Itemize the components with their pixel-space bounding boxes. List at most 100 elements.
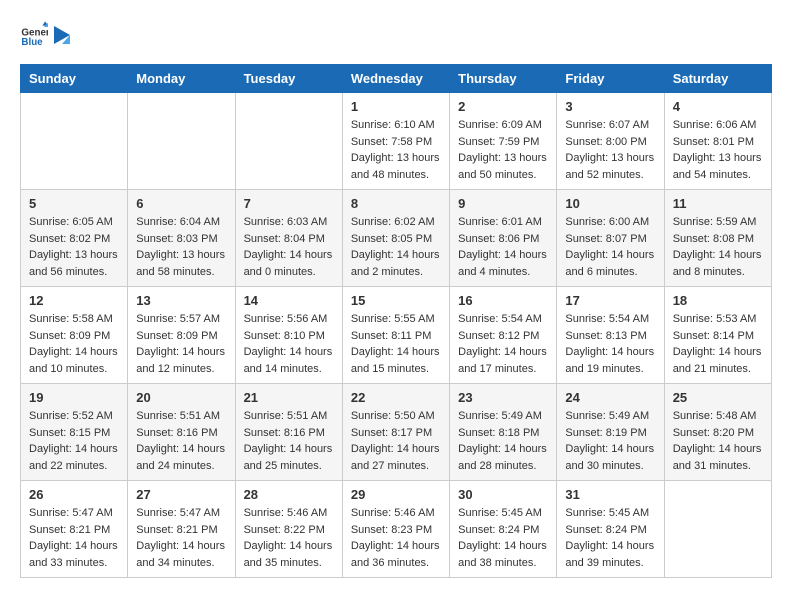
day-info: Sunrise: 6:01 AM Sunset: 8:06 PM Dayligh…	[458, 214, 548, 280]
day-number: 8	[351, 196, 441, 211]
day-number: 10	[565, 196, 655, 211]
calendar-day-cell: 17 Sunrise: 5:54 AM Sunset: 8:13 PM Dayli…	[557, 287, 664, 384]
day-number: 28	[244, 487, 334, 502]
day-number: 29	[351, 487, 441, 502]
calendar-day-cell: 23 Sunrise: 5:49 AM Sunset: 8:18 PM Dayli…	[450, 384, 557, 481]
calendar-day-cell: 27 Sunrise: 5:47 AM Sunset: 8:21 PM Dayli…	[128, 481, 235, 578]
calendar-day-header: Thursday	[450, 65, 557, 93]
calendar-day-cell: 30 Sunrise: 5:45 AM Sunset: 8:24 PM Dayli…	[450, 481, 557, 578]
calendar-day-cell: 19 Sunrise: 5:52 AM Sunset: 8:15 PM Dayli…	[21, 384, 128, 481]
day-info: Sunrise: 5:49 AM Sunset: 8:18 PM Dayligh…	[458, 408, 548, 474]
day-info: Sunrise: 5:58 AM Sunset: 8:09 PM Dayligh…	[29, 311, 119, 377]
day-number: 19	[29, 390, 119, 405]
day-info: Sunrise: 6:06 AM Sunset: 8:01 PM Dayligh…	[673, 117, 763, 183]
day-info: Sunrise: 5:45 AM Sunset: 8:24 PM Dayligh…	[458, 505, 548, 571]
day-info: Sunrise: 5:52 AM Sunset: 8:15 PM Dayligh…	[29, 408, 119, 474]
calendar-day-cell: 26 Sunrise: 5:47 AM Sunset: 8:21 PM Dayli…	[21, 481, 128, 578]
calendar-day-cell: 11 Sunrise: 5:59 AM Sunset: 8:08 PM Dayli…	[664, 190, 771, 287]
day-number: 23	[458, 390, 548, 405]
calendar-day-header: Monday	[128, 65, 235, 93]
day-number: 1	[351, 99, 441, 114]
day-number: 25	[673, 390, 763, 405]
day-info: Sunrise: 5:53 AM Sunset: 8:14 PM Dayligh…	[673, 311, 763, 377]
day-number: 14	[244, 293, 334, 308]
logo: General Blue	[20, 20, 72, 48]
day-info: Sunrise: 5:45 AM Sunset: 8:24 PM Dayligh…	[565, 505, 655, 571]
calendar-day-cell	[664, 481, 771, 578]
calendar-day-cell: 6 Sunrise: 6:04 AM Sunset: 8:03 PM Daylig…	[128, 190, 235, 287]
day-number: 3	[565, 99, 655, 114]
calendar-week-row: 5 Sunrise: 6:05 AM Sunset: 8:02 PM Daylig…	[21, 190, 772, 287]
calendar-day-cell	[21, 93, 128, 190]
calendar-day-cell: 25 Sunrise: 5:48 AM Sunset: 8:20 PM Dayli…	[664, 384, 771, 481]
calendar-week-row: 26 Sunrise: 5:47 AM Sunset: 8:21 PM Dayli…	[21, 481, 772, 578]
day-info: Sunrise: 5:51 AM Sunset: 8:16 PM Dayligh…	[136, 408, 226, 474]
calendar-day-cell: 24 Sunrise: 5:49 AM Sunset: 8:19 PM Dayli…	[557, 384, 664, 481]
calendar-day-cell: 29Sunrise: 5:46 AM Sunset: 8:23 PM Dayli…	[342, 481, 449, 578]
calendar-day-header: Saturday	[664, 65, 771, 93]
calendar-day-cell: 18 Sunrise: 5:53 AM Sunset: 8:14 PM Dayli…	[664, 287, 771, 384]
day-info: Sunrise: 5:54 AM Sunset: 8:12 PM Dayligh…	[458, 311, 548, 377]
day-info: Sunrise: 6:04 AM Sunset: 8:03 PM Dayligh…	[136, 214, 226, 280]
calendar-day-cell: 5 Sunrise: 6:05 AM Sunset: 8:02 PM Daylig…	[21, 190, 128, 287]
calendar-day-cell: 28Sunrise: 5:46 AM Sunset: 8:22 PM Dayli…	[235, 481, 342, 578]
calendar-day-cell: 3 Sunrise: 6:07 AM Sunset: 8:00 PM Daylig…	[557, 93, 664, 190]
day-info: Sunrise: 5:59 AM Sunset: 8:08 PM Dayligh…	[673, 214, 763, 280]
day-info: Sunrise: 5:54 AM Sunset: 8:13 PM Dayligh…	[565, 311, 655, 377]
calendar-header-row: SundayMondayTuesdayWednesdayThursdayFrid…	[21, 65, 772, 93]
day-number: 20	[136, 390, 226, 405]
calendar-week-row: 19 Sunrise: 5:52 AM Sunset: 8:15 PM Dayli…	[21, 384, 772, 481]
day-number: 9	[458, 196, 548, 211]
day-number: 2	[458, 99, 548, 114]
svg-text:Blue: Blue	[21, 37, 43, 48]
day-number: 4	[673, 99, 763, 114]
day-info: Sunrise: 5:47 AM Sunset: 8:21 PM Dayligh…	[136, 505, 226, 571]
day-number: 30	[458, 487, 548, 502]
calendar-table: SundayMondayTuesdayWednesdayThursdayFrid…	[20, 64, 772, 578]
day-info: Sunrise: 5:47 AM Sunset: 8:21 PM Dayligh…	[29, 505, 119, 571]
calendar-day-cell: 1 Sunrise: 6:10 AM Sunset: 7:58 PM Daylig…	[342, 93, 449, 190]
calendar-week-row: 1 Sunrise: 6:10 AM Sunset: 7:58 PM Daylig…	[21, 93, 772, 190]
day-number: 24	[565, 390, 655, 405]
day-number: 18	[673, 293, 763, 308]
calendar-day-cell: 9 Sunrise: 6:01 AM Sunset: 8:06 PM Daylig…	[450, 190, 557, 287]
day-number: 15	[351, 293, 441, 308]
day-number: 5	[29, 196, 119, 211]
calendar-day-cell: 12 Sunrise: 5:58 AM Sunset: 8:09 PM Dayli…	[21, 287, 128, 384]
calendar-day-cell: 2Sunrise: 6:09 AM Sunset: 7:59 PM Daylig…	[450, 93, 557, 190]
day-info: Sunrise: 5:49 AM Sunset: 8:19 PM Dayligh…	[565, 408, 655, 474]
calendar-day-cell	[128, 93, 235, 190]
calendar-day-cell: 13Sunrise: 5:57 AM Sunset: 8:09 PM Dayli…	[128, 287, 235, 384]
calendar-day-cell: 8 Sunrise: 6:02 AM Sunset: 8:05 PM Daylig…	[342, 190, 449, 287]
day-info: Sunrise: 5:55 AM Sunset: 8:11 PM Dayligh…	[351, 311, 441, 377]
day-number: 12	[29, 293, 119, 308]
day-number: 26	[29, 487, 119, 502]
calendar-day-cell: 20 Sunrise: 5:51 AM Sunset: 8:16 PM Dayli…	[128, 384, 235, 481]
day-info: Sunrise: 6:07 AM Sunset: 8:00 PM Dayligh…	[565, 117, 655, 183]
day-number: 22	[351, 390, 441, 405]
day-info: Sunrise: 5:48 AM Sunset: 8:20 PM Dayligh…	[673, 408, 763, 474]
day-number: 27	[136, 487, 226, 502]
day-number: 7	[244, 196, 334, 211]
day-number: 6	[136, 196, 226, 211]
calendar-day-header: Sunday	[21, 65, 128, 93]
calendar-day-cell: 16Sunrise: 5:54 AM Sunset: 8:12 PM Dayli…	[450, 287, 557, 384]
day-info: Sunrise: 6:10 AM Sunset: 7:58 PM Dayligh…	[351, 117, 441, 183]
day-info: Sunrise: 5:57 AM Sunset: 8:09 PM Dayligh…	[136, 311, 226, 377]
calendar-day-header: Tuesday	[235, 65, 342, 93]
page-header: General Blue	[20, 20, 772, 48]
day-info: Sunrise: 6:05 AM Sunset: 8:02 PM Dayligh…	[29, 214, 119, 280]
calendar-body: 1 Sunrise: 6:10 AM Sunset: 7:58 PM Daylig…	[21, 93, 772, 578]
day-info: Sunrise: 6:00 AM Sunset: 8:07 PM Dayligh…	[565, 214, 655, 280]
day-number: 11	[673, 196, 763, 211]
calendar-day-cell: 10 Sunrise: 6:00 AM Sunset: 8:07 PM Dayli…	[557, 190, 664, 287]
calendar-week-row: 12 Sunrise: 5:58 AM Sunset: 8:09 PM Dayli…	[21, 287, 772, 384]
calendar-day-header: Wednesday	[342, 65, 449, 93]
day-info: Sunrise: 6:02 AM Sunset: 8:05 PM Dayligh…	[351, 214, 441, 280]
calendar-day-cell: 14Sunrise: 5:56 AM Sunset: 8:10 PM Dayli…	[235, 287, 342, 384]
calendar-day-cell: 4 Sunrise: 6:06 AM Sunset: 8:01 PM Daylig…	[664, 93, 771, 190]
day-info: Sunrise: 5:50 AM Sunset: 8:17 PM Dayligh…	[351, 408, 441, 474]
day-number: 17	[565, 293, 655, 308]
day-number: 21	[244, 390, 334, 405]
logo-triangle-icon	[52, 26, 72, 46]
